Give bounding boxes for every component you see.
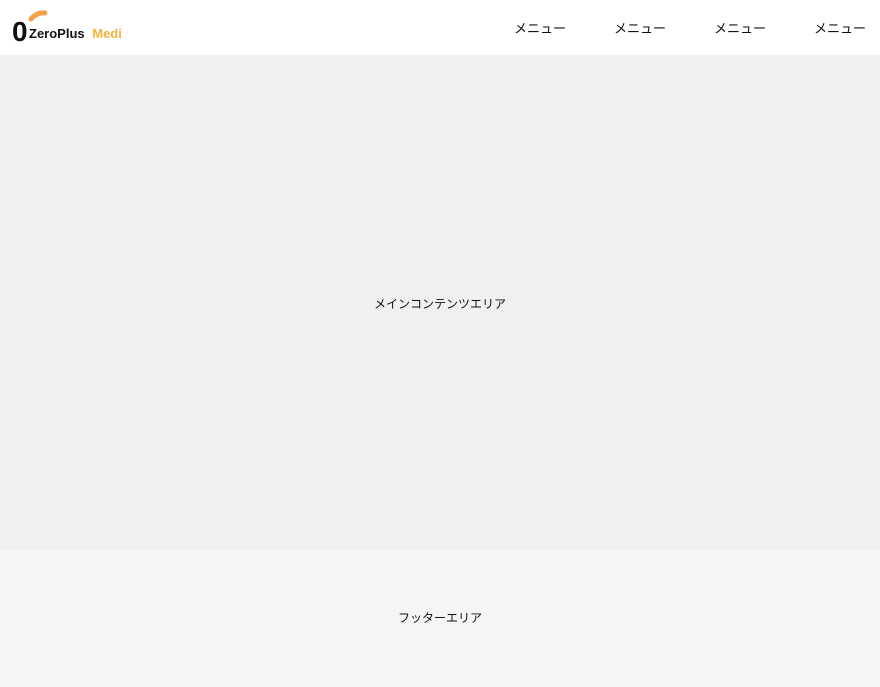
site-logo[interactable]: 0 ZeroPlus Media (12, 10, 122, 44)
site-footer: フッターエリア (0, 550, 880, 687)
main-content-label: メインコンテンツエリア (373, 297, 506, 311)
logo-zero-glyph: 0 (12, 16, 28, 44)
nav-item-menu-4[interactable]: メニュー (814, 18, 866, 37)
logo-brand-secondary: Media (92, 26, 122, 41)
logo-mark: 0 ZeroPlus Media (12, 10, 122, 44)
logo-brand-primary: ZeroPlus (29, 26, 85, 41)
nav-item-menu-2[interactable]: メニュー (614, 18, 666, 37)
nav-item-menu-3[interactable]: メニュー (714, 18, 766, 37)
site-header: 0 ZeroPlus Media メニュー メニュー メニュー メニュー (0, 0, 880, 55)
main-nav: メニュー メニュー メニュー メニュー (514, 0, 866, 55)
main-content-area: メインコンテンツエリア (0, 55, 880, 550)
nav-item-menu-1[interactable]: メニュー (514, 18, 566, 37)
svg-text:ZeroPlus Media: ZeroPlus Media (29, 26, 122, 41)
logo-accent-swoosh (28, 10, 48, 22)
footer-label: フッターエリア (397, 611, 482, 625)
